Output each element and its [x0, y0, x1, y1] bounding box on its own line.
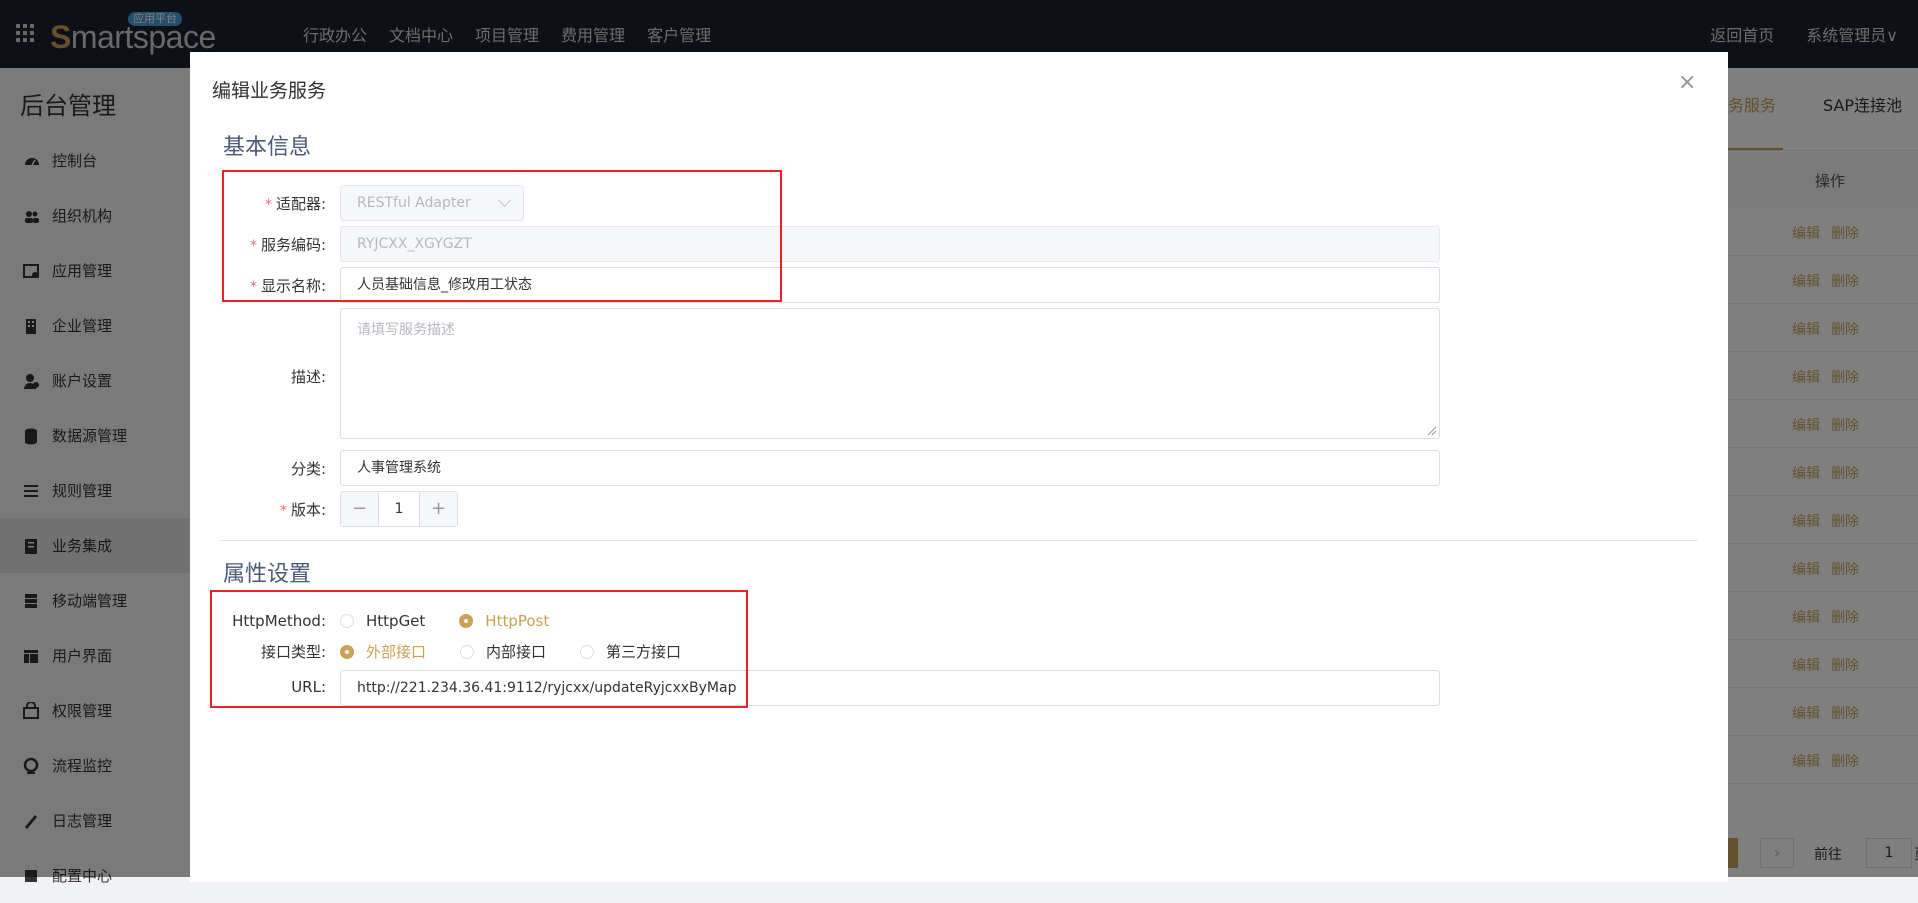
required-mark: *	[279, 503, 287, 519]
resize-handle-icon[interactable]	[1425, 424, 1437, 436]
section-title-basic: 基本信息	[223, 135, 312, 160]
section-title-props: 属性设置	[223, 562, 312, 587]
version-label: * 版本:	[190, 499, 326, 520]
version-label-text: 版本:	[290, 501, 326, 519]
description-label: 描述:	[290, 368, 326, 386]
description-placeholder: 请填写服务描述	[357, 322, 455, 338]
highlight-box-props	[210, 590, 748, 708]
description-textarea[interactable]: 请填写服务描述	[340, 308, 1440, 439]
modal-title: 编辑业务服务	[212, 80, 327, 102]
close-icon[interactable]: ×	[1678, 70, 1696, 95]
version-stepper: − 1 +	[340, 491, 458, 527]
version-value[interactable]: 1	[378, 492, 420, 526]
category-label: 分类:	[290, 460, 326, 478]
section-divider	[220, 540, 1698, 541]
minus-icon[interactable]: −	[341, 492, 378, 526]
plus-icon[interactable]: +	[420, 492, 457, 526]
highlight-box-basic	[222, 170, 782, 302]
category-input[interactable]: 人事管理系统	[340, 450, 1440, 486]
edit-service-modal: 编辑业务服务 × 基本信息 * 适配器: RESTful Adapter * 服务编…	[190, 52, 1728, 882]
